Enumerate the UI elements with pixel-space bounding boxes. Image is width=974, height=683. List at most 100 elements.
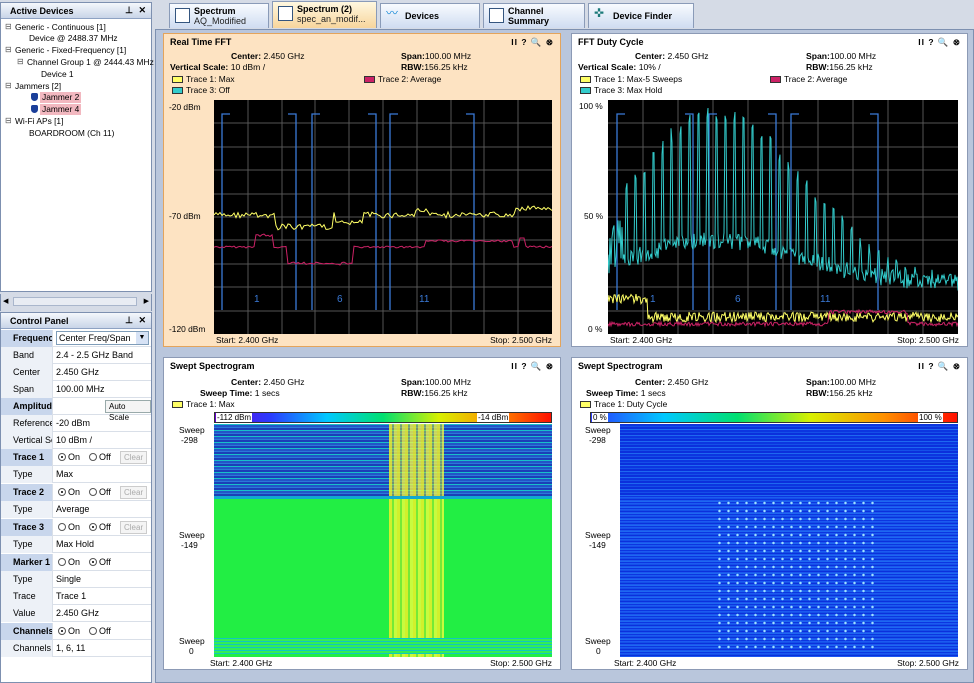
tree-node-wifi-aps[interactable]: Wi-Fi APs [1] bbox=[15, 116, 63, 127]
scroll-right-icon[interactable]: ▶ bbox=[144, 297, 149, 305]
color-scale-bar bbox=[590, 412, 958, 423]
swept-spectrogram-panel-2[interactable]: Swept Spectrogram II ? 🔍 ⊗ Center: 2.450… bbox=[571, 357, 968, 670]
spectrum-icon bbox=[278, 6, 293, 21]
trace3-type-row[interactable]: Type Max Hold bbox=[1, 536, 151, 553]
panel-tools-icon[interactable]: II ? 🔍 ⊗ bbox=[918, 361, 961, 372]
marker1-trace-value[interactable]: Trace 1 bbox=[56, 588, 86, 605]
duty-plot-area[interactable]: 1 6 11 bbox=[608, 100, 958, 334]
center-value[interactable]: 2.450 GHz bbox=[56, 364, 99, 381]
active-devices-panel: Active Devices ⊥ ✕ ⊟ Generic - Continuou… bbox=[0, 2, 154, 292]
channel-label-11: 11 bbox=[419, 294, 430, 305]
svg-text:11: 11 bbox=[820, 294, 831, 305]
tab-device-finder[interactable]: ✜ Device Finder bbox=[588, 3, 694, 28]
tree-node-generic-fixed[interactable]: Generic - Fixed-Frequency [1] bbox=[15, 45, 126, 56]
channel-masks bbox=[221, 113, 475, 310]
legend-trace2: Trace 2: Average bbox=[364, 74, 441, 84]
tree-node-channel-group[interactable]: Channel Group 1 @ 2444.43 MHz bbox=[27, 57, 154, 68]
tab-spectrum-2[interactable]: Spectrum (2) spec_an_modif... bbox=[272, 1, 377, 28]
collapse-icon[interactable]: ⊟ bbox=[5, 116, 12, 125]
active-devices-title: Active Devices bbox=[10, 6, 74, 16]
swept-spectrogram-panel-1[interactable]: Swept Spectrogram II ? 🔍 ⊗ Center: 2.450… bbox=[163, 357, 561, 670]
wifi-icon: 〰 bbox=[386, 6, 399, 20]
center-row[interactable]: Center 2.450 GHz bbox=[1, 364, 151, 381]
tree-node-jammer-4[interactable]: Jammer 4 bbox=[40, 104, 82, 115]
trace3-clear-button[interactable]: Clear bbox=[120, 521, 148, 534]
channels-on-radio[interactable]: On bbox=[58, 623, 80, 640]
tree-node-device-1[interactable]: Device 1 bbox=[41, 69, 74, 80]
trace1-clear-button[interactable]: Clear bbox=[120, 451, 148, 464]
finder-icon: ✜ bbox=[594, 6, 605, 20]
legend-trace3: Trace 3: Off bbox=[172, 85, 230, 95]
vertical-scale-value[interactable]: 10 dBm / bbox=[56, 432, 92, 449]
fft-plot-area[interactable]: 1 6 11 bbox=[214, 100, 552, 334]
collapse-icon[interactable]: ⊟ bbox=[5, 45, 12, 54]
marker1-on-radio[interactable]: On bbox=[58, 554, 80, 571]
marker1-type-value[interactable]: Single bbox=[56, 571, 81, 588]
jammer-shield-icon bbox=[31, 93, 38, 101]
auto-scale-button[interactable]: Auto Scale bbox=[105, 400, 151, 422]
collapse-icon[interactable]: ⊟ bbox=[17, 57, 24, 66]
reference-row[interactable]: Reference -20 dBm bbox=[1, 415, 151, 432]
trace3-section: −Trace 3 On Off Clear bbox=[1, 519, 151, 536]
marker1-type-row[interactable]: Type Single bbox=[1, 571, 151, 588]
trace1-type-value[interactable]: Max bbox=[56, 466, 73, 483]
horizontal-scrollbar[interactable]: ◀ ▶ bbox=[0, 294, 152, 311]
trace2-off-radio[interactable]: Off bbox=[89, 484, 111, 501]
trace3-off-radio[interactable]: Off bbox=[89, 519, 111, 536]
marker1-trace-row[interactable]: Trace Trace 1 bbox=[1, 588, 151, 605]
collapse-icon[interactable]: ⊟ bbox=[5, 22, 12, 31]
tab-channel-summary[interactable]: Channel Summary bbox=[483, 3, 585, 28]
scroll-left-icon[interactable]: ◀ bbox=[3, 297, 8, 305]
trace1-type-row[interactable]: Type Max bbox=[1, 466, 151, 483]
pin-icon[interactable]: ⊥ bbox=[125, 5, 133, 16]
channels-off-radio[interactable]: Off bbox=[89, 623, 111, 640]
fft-duty-cycle-panel[interactable]: FFT Duty Cycle II ? 🔍 ⊗ Center: 2.450 GH… bbox=[571, 33, 968, 347]
duty-plot-svg: 1 6 11 bbox=[608, 100, 958, 334]
tab-devices[interactable]: 〰 Devices bbox=[380, 3, 480, 28]
trace3-type-value[interactable]: Max Hold bbox=[56, 536, 94, 553]
band-value[interactable]: 2.4 - 2.5 GHz Band bbox=[56, 347, 133, 364]
panel-tools-icon[interactable]: II ? 🔍 ⊗ bbox=[511, 361, 554, 372]
spectrogram-image[interactable] bbox=[214, 424, 552, 657]
trace1-section: −Trace 1 On Off Clear bbox=[1, 449, 151, 466]
band-row[interactable]: Band 2.4 - 2.5 GHz Band bbox=[1, 347, 151, 364]
collapse-icon[interactable]: ⊟ bbox=[5, 81, 12, 90]
panel-title: Real Time FFT bbox=[170, 37, 232, 47]
summary-icon bbox=[489, 8, 504, 23]
pin-icon[interactable]: ⊥ bbox=[125, 315, 133, 326]
panel-tools-icon[interactable]: II ? 🔍 ⊗ bbox=[918, 37, 961, 48]
close-icon[interactable]: ✕ bbox=[138, 315, 146, 326]
trace1-on-radio[interactable]: On bbox=[58, 449, 80, 466]
svg-text:6: 6 bbox=[735, 294, 741, 305]
frequency-mode-select[interactable]: Center Freq/Span ▼ bbox=[56, 331, 149, 345]
trace2-on-radio[interactable]: On bbox=[58, 484, 80, 501]
span-row[interactable]: Span 100.00 MHz bbox=[1, 381, 151, 398]
trace3-on-radio[interactable]: On bbox=[58, 519, 80, 536]
trace1-off-radio[interactable]: Off bbox=[89, 449, 111, 466]
channels-section: −Channels On Off bbox=[1, 623, 151, 640]
channels-list-value[interactable]: 1, 6, 11 bbox=[56, 640, 85, 657]
channels-list-row[interactable]: Channels 1, 6, 11 bbox=[1, 640, 151, 657]
tree-node-generic-continuous[interactable]: Generic - Continuous [1] bbox=[15, 22, 106, 33]
span-value[interactable]: 100.00 MHz bbox=[56, 381, 105, 398]
tab-spectrum[interactable]: Spectrum AQ_Modified bbox=[169, 3, 269, 28]
panel-tools-icon[interactable]: II ? 🔍 ⊗ bbox=[511, 37, 554, 48]
tree-node-device[interactable]: Device @ 2488.37 MHz bbox=[29, 33, 118, 44]
real-time-fft-panel[interactable]: Real Time FFT II ? 🔍 ⊗ Center: 2.450 GHz… bbox=[163, 33, 561, 347]
marker1-off-radio[interactable]: Off bbox=[89, 554, 111, 571]
marker1-value[interactable]: 2.450 GHz bbox=[56, 605, 99, 622]
amplitude-section: −Amplitude Auto Scale bbox=[1, 398, 151, 422]
close-icon[interactable]: ✕ bbox=[138, 5, 146, 16]
tree-node-boardroom[interactable]: BOARDROOM (Ch 11) bbox=[29, 128, 114, 139]
jammer-shield-icon bbox=[31, 105, 38, 113]
marker1-value-row[interactable]: Value 2.450 GHz bbox=[1, 605, 151, 622]
app-window: Active Devices ⊥ ✕ ⊟ Generic - Continuou… bbox=[0, 0, 974, 683]
spectrogram-image-duty[interactable] bbox=[620, 424, 958, 657]
reference-value[interactable]: -20 dBm bbox=[56, 415, 90, 432]
vertical-scale-row[interactable]: Vertical Sc.10 dBm / bbox=[1, 432, 151, 449]
trace2-clear-button[interactable]: Clear bbox=[120, 486, 148, 499]
trace2-type-row[interactable]: Type Average bbox=[1, 501, 151, 518]
tree-node-jammer-2[interactable]: Jammer 2 bbox=[40, 92, 82, 103]
trace2-type-value[interactable]: Average bbox=[56, 501, 89, 518]
tree-node-jammers[interactable]: Jammers [2] bbox=[15, 81, 61, 92]
